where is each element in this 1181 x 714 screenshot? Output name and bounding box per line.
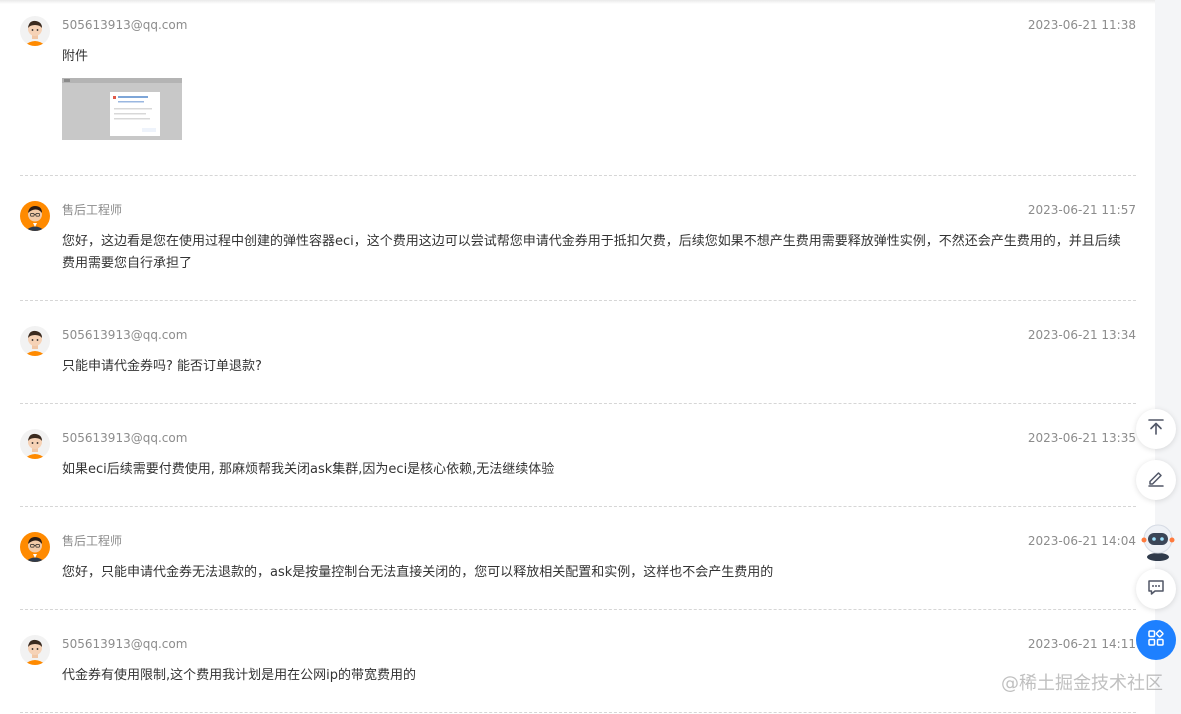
apps-grid-icon	[1146, 628, 1166, 652]
comment-icon	[1146, 577, 1166, 601]
sender-name: 售后工程师	[62, 203, 123, 217]
engineer-avatar	[20, 201, 50, 231]
comment-button[interactable]	[1136, 569, 1176, 609]
message-content: 您好，只能申请代金券无法退款的，ask是按量控制台无法直接关闭的，您可以释放相关…	[62, 565, 774, 580]
message-time: 2023-06-21 13:34	[1027, 328, 1136, 342]
engineer-avatar	[20, 532, 50, 562]
sender-name: 售后工程师	[62, 534, 123, 548]
message-separator	[20, 712, 1136, 713]
user-avatar	[20, 326, 50, 356]
sender-name: 505613913@qq.com	[62, 18, 188, 32]
user-avatar	[20, 635, 50, 665]
message-separator	[20, 609, 1136, 610]
edit-button[interactable]	[1136, 460, 1176, 500]
sender-name: 505613913@qq.com	[62, 637, 188, 651]
message-content: 代金券有使用限制,这个费用我计划是用在公网ip的带宽费用的	[62, 668, 416, 683]
ticket-conversation-panel: 505613913@qq.com 2023-06-21 11:38 附件 售后工…	[0, 0, 1155, 714]
message-separator	[20, 175, 1136, 176]
message-separator	[20, 506, 1136, 507]
message-content: 您好，这边看是您在使用过程中创建的弹性容器eci，这个费用这边可以尝试帮您申请代…	[62, 234, 1121, 271]
message-item: 505613913@qq.com 2023-06-21 13:35 如果eci后…	[20, 429, 1136, 485]
sender-name: 505613913@qq.com	[62, 431, 188, 445]
message-separator	[20, 300, 1136, 301]
message-item: 售后工程师 2023-06-21 11:57 您好，这边看是您在使用过程中创建的…	[20, 201, 1136, 281]
message-content: 如果eci后续需要付费使用, 那麻烦帮我关闭ask集群,因为eci是核心依赖,无…	[62, 462, 555, 477]
message-time: 2023-06-21 11:38	[1027, 18, 1136, 32]
attachment-thumbnail[interactable]	[62, 78, 182, 140]
message-time: 2023-06-21 13:35	[1027, 431, 1136, 445]
top-shadow	[0, 0, 1155, 4]
sender-name: 505613913@qq.com	[62, 328, 188, 342]
back-to-top-button[interactable]	[1136, 409, 1176, 449]
message-item: 505613913@qq.com 2023-06-21 14:11 代金券有使用…	[20, 635, 1136, 691]
edit-pen-icon	[1146, 468, 1166, 492]
message-time: 2023-06-21 11:57	[1027, 203, 1136, 217]
message-separator	[20, 403, 1136, 404]
message-time: 2023-06-21 14:04	[1027, 534, 1136, 548]
message-item: 505613913@qq.com 2023-06-21 13:34 只能申请代金…	[20, 326, 1136, 382]
watermark: @稀土掘金技术社区	[1001, 673, 1163, 694]
message-time: 2023-06-21 14:11	[1027, 637, 1136, 651]
arrow-to-top-icon	[1146, 417, 1166, 441]
message-content: 只能申请代金券吗? 能否订单退款?	[62, 359, 262, 374]
ai-assistant-button[interactable]	[1138, 522, 1178, 564]
user-avatar	[20, 429, 50, 459]
user-avatar	[20, 16, 50, 46]
message-content: 附件	[62, 49, 89, 64]
robot-assistant-icon	[1139, 521, 1177, 565]
message-item: 售后工程师 2023-06-21 14:04 您好，只能申请代金券无法退款的，a…	[20, 532, 1136, 588]
apps-button[interactable]	[1136, 620, 1176, 660]
message-item: 505613913@qq.com 2023-06-21 11:38 附件	[20, 16, 1136, 146]
